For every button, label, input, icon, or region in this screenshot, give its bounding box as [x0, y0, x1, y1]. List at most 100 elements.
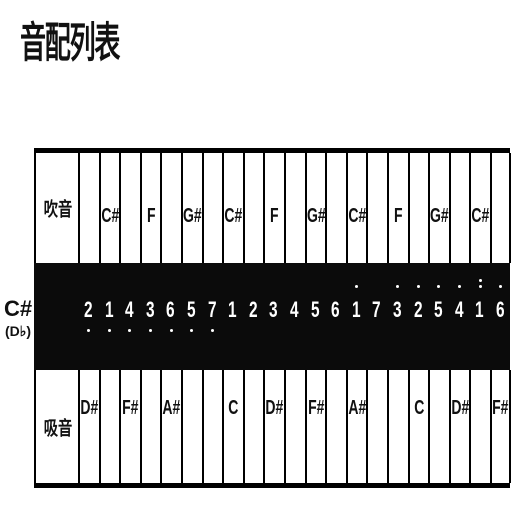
number-cell: 6 [325, 263, 346, 370]
draw-cell [242, 370, 264, 483]
blow-cell [448, 153, 470, 263]
number-value: 5 [187, 297, 196, 322]
blow-cell [119, 153, 140, 263]
number-value: 6 [166, 297, 175, 322]
blow-cell [407, 153, 429, 263]
octave-up-dot [396, 285, 400, 288]
draw-cell [325, 370, 346, 483]
draw-cell [366, 370, 387, 483]
number-value: 7 [207, 297, 217, 322]
draw-note: C [228, 397, 239, 419]
blow-cell [366, 153, 387, 263]
blow-cell: F [139, 153, 161, 263]
octave-down-dot [149, 329, 153, 332]
octave-up-dot [458, 285, 462, 288]
number-cells: 214365712345617325416 [78, 263, 510, 370]
number-cell: 4 [119, 263, 140, 370]
blow-note: G# [306, 205, 326, 227]
blow-cell [325, 153, 346, 263]
page-title: 音配列表 [20, 19, 120, 66]
draw-note: C [413, 397, 424, 419]
draw-row-label: 吸音 [43, 418, 73, 439]
blow-cells: C# F G# C# F G# C# F G# C# [78, 153, 511, 263]
number-cell: 1 [99, 263, 120, 370]
octave-up-dot [499, 285, 503, 288]
number-row: 214365712345617325416 [34, 263, 510, 370]
number-cell: 2 [78, 263, 99, 370]
blow-cell [490, 153, 511, 263]
draw-cell: D# [263, 370, 284, 483]
draw-cell: C [407, 370, 429, 483]
number-cell: 6 [160, 263, 181, 370]
blow-cell [78, 153, 99, 263]
octave-down-dot [87, 329, 91, 332]
blow-note: F [270, 205, 279, 227]
octave-up-dot [355, 285, 359, 288]
number-value: 4 [290, 297, 299, 322]
blow-cell: F [387, 153, 408, 263]
draw-cell [469, 370, 490, 483]
blow-cell: G# [428, 153, 449, 263]
blow-note: G# [182, 205, 202, 227]
draw-cell: A# [160, 370, 181, 483]
number-cell: 1 [346, 263, 367, 370]
blow-note: F [394, 205, 403, 227]
blow-note: C# [348, 205, 367, 227]
number-cell: 3 [263, 263, 284, 370]
blow-row-label: 吹音 [43, 199, 73, 221]
number-value: 1 [475, 297, 484, 322]
note-layout-table: 吹音 C# F G# C# F G# C# F G# C# 2143657123456173254… [34, 148, 511, 488]
octave-down-dot [210, 329, 214, 332]
draw-cell [284, 370, 305, 483]
number-cell: 6 [490, 263, 511, 370]
number-value: 5 [434, 297, 443, 322]
draw-cell: D# [78, 370, 99, 483]
blow-cell: C# [222, 153, 243, 263]
number-cell: 1 [222, 263, 243, 370]
blow-note: G# [430, 205, 449, 227]
draw-cell [387, 370, 408, 483]
number-cell: 4 [449, 263, 470, 370]
draw-note: D# [265, 397, 284, 419]
number-value: 3 [393, 297, 402, 322]
number-value: 7 [372, 297, 381, 322]
blow-cell: C# [98, 153, 120, 263]
draw-row-label-cell: 吸音 [34, 370, 80, 483]
number-value: 2 [84, 297, 93, 322]
number-value: 3 [145, 297, 155, 322]
blow-row: 吹音 C# F G# C# F G# C# F G# C# [34, 153, 511, 263]
blow-note: F [146, 205, 156, 227]
draw-cell: F# [119, 370, 140, 483]
blow-note: C# [224, 205, 243, 227]
number-value: 2 [413, 297, 423, 322]
number-value: 3 [269, 297, 278, 322]
octave-up-dot [478, 279, 482, 282]
number-cell: 4 [284, 263, 305, 370]
key-name: C# [3, 296, 33, 321]
draw-note: A# [348, 397, 367, 419]
blow-cell: C# [345, 153, 367, 263]
number-cell: 3 [140, 263, 161, 370]
draw-cell: F# [490, 370, 511, 483]
draw-note: F# [307, 397, 325, 419]
number-value: 4 [454, 297, 464, 322]
number-value: 6 [496, 297, 505, 322]
key-alt-name: (D♭) [4, 323, 32, 339]
draw-note: F# [122, 397, 139, 419]
number-cell: 2 [243, 263, 264, 370]
draw-note: F# [492, 397, 509, 419]
blow-cell [201, 153, 223, 263]
blow-cell: G# [304, 153, 326, 263]
draw-cell [201, 370, 223, 483]
number-cell: 5 [428, 263, 449, 370]
blow-cell: F [263, 153, 284, 263]
draw-cell: D# [448, 370, 470, 483]
number-cell: 3 [387, 263, 408, 370]
number-cell: 7 [202, 263, 223, 370]
number-cell: 2 [408, 263, 429, 370]
blow-cell [242, 153, 264, 263]
draw-cell [98, 370, 120, 483]
draw-row: 吸音 D# F# A# C D# F# A# C D# F# [34, 370, 511, 483]
draw-note: D# [451, 397, 470, 419]
draw-cell: C [222, 370, 243, 483]
